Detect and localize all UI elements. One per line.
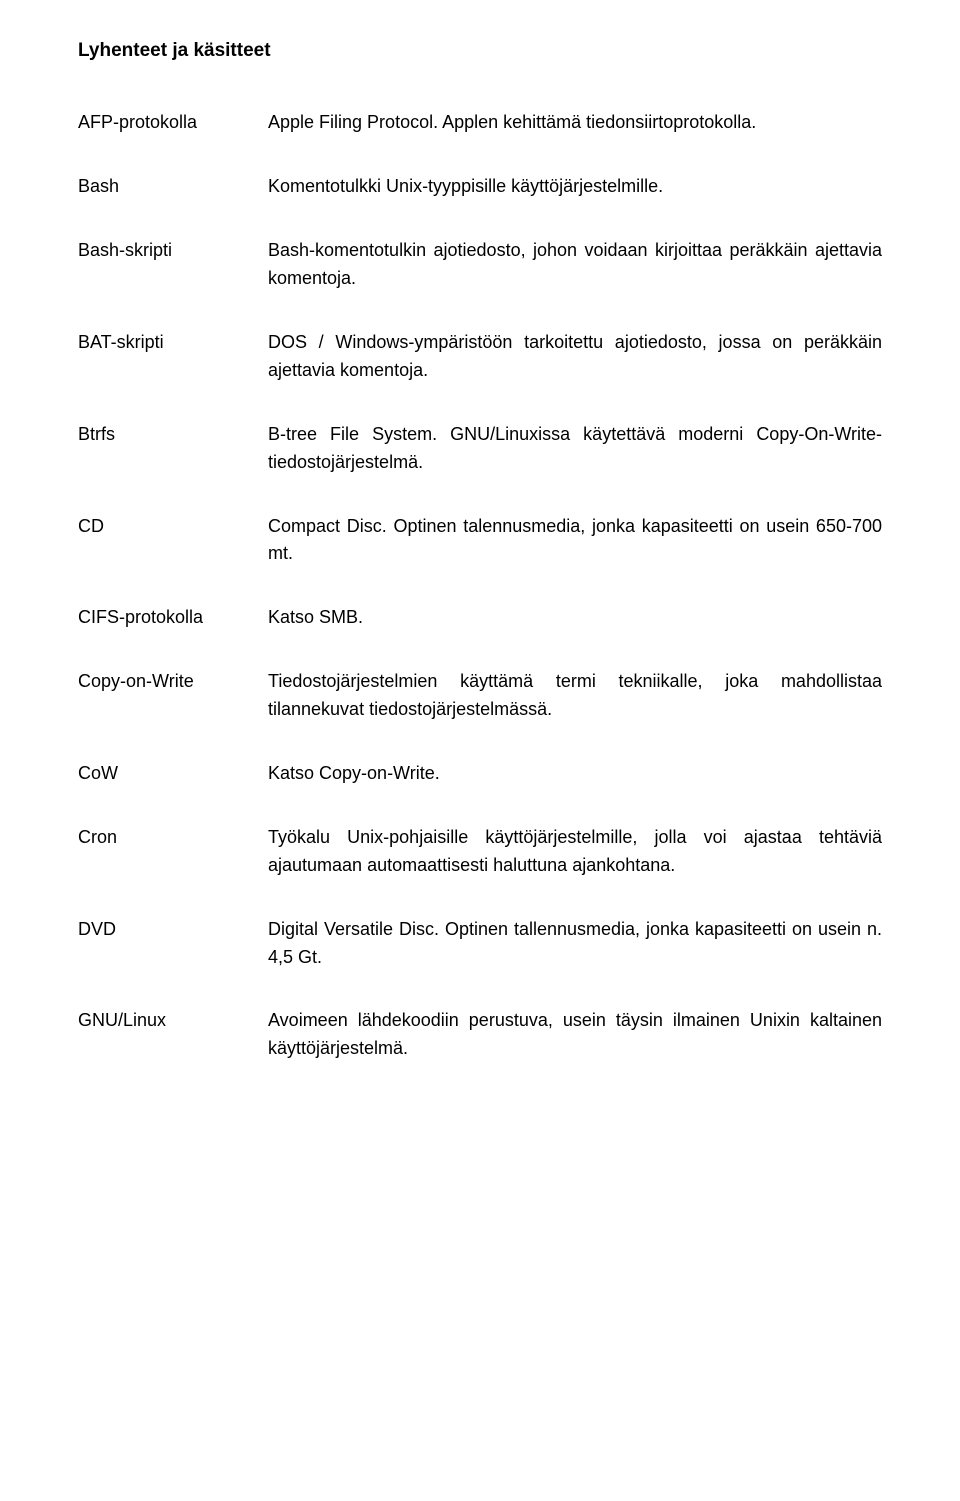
page-title: Lyhenteet ja käsitteet bbox=[78, 36, 882, 65]
glossary-definition: DOS / Windows-ympäristöön tarkoitettu aj… bbox=[268, 329, 882, 385]
glossary-term: AFP-protokolla bbox=[78, 109, 258, 137]
glossary-definition: Tiedostojärjestelmien käyttämä termi tek… bbox=[268, 668, 882, 724]
glossary-entry: Copy-on-Write Tiedostojärjestelmien käytt… bbox=[78, 668, 882, 724]
glossary-entry: GNU/Linux Avoimeen lähdekoodiin perustuva… bbox=[78, 1007, 882, 1063]
glossary-term: GNU/Linux bbox=[78, 1007, 258, 1035]
glossary-term: CIFS-protokolla bbox=[78, 604, 258, 632]
glossary-term: CoW bbox=[78, 760, 258, 788]
glossary-definition: Bash-komentotulkin ajotiedosto, johon vo… bbox=[268, 237, 882, 293]
glossary-term: CD bbox=[78, 513, 258, 541]
glossary-entry: Bash Komentotulkki Unix-tyyppisille käytt… bbox=[78, 173, 882, 201]
glossary-definition: Komentotulkki Unix-tyyppisille käyttöjär… bbox=[268, 173, 882, 201]
glossary-definition: Digital Versatile Disc. Optinen tallennu… bbox=[268, 916, 882, 972]
glossary-entry: DVD Digital Versatile Disc. Optinen talle… bbox=[78, 916, 882, 972]
glossary-entry: CIFS-protokolla Katso SMB. bbox=[78, 604, 882, 632]
glossary-term: DVD bbox=[78, 916, 258, 944]
glossary-term: Bash-skripti bbox=[78, 237, 258, 265]
glossary-term: Copy-on-Write bbox=[78, 668, 258, 696]
glossary-entry: CoW Katso Copy-on-Write. bbox=[78, 760, 882, 788]
glossary-list: AFP-protokolla Apple Filing Protocol. App… bbox=[78, 109, 882, 1063]
glossary-entry: BAT-skripti DOS / Windows-ympäristöön tar… bbox=[78, 329, 882, 385]
glossary-definition: B-tree File System. GNU/Linuxissa käytet… bbox=[268, 421, 882, 477]
glossary-term: Btrfs bbox=[78, 421, 258, 449]
glossary-definition: Apple Filing Protocol. Applen kehittämä … bbox=[268, 109, 882, 137]
glossary-definition: Avoimeen lähdekoodiin perustuva, usein t… bbox=[268, 1007, 882, 1063]
glossary-entry: AFP-protokolla Apple Filing Protocol. App… bbox=[78, 109, 882, 137]
glossary-definition: Katso Copy-on-Write. bbox=[268, 760, 882, 788]
glossary-entry: CD Compact Disc. Optinen talennusmedia, j… bbox=[78, 513, 882, 569]
glossary-entry: Cron Työkalu Unix-pohjaisille käyttöjärje… bbox=[78, 824, 882, 880]
glossary-term: Bash bbox=[78, 173, 258, 201]
glossary-definition: Katso SMB. bbox=[268, 604, 882, 632]
glossary-term: BAT-skripti bbox=[78, 329, 258, 357]
glossary-definition: Työkalu Unix-pohjaisille käyttöjärjestel… bbox=[268, 824, 882, 880]
glossary-term: Cron bbox=[78, 824, 258, 852]
glossary-definition: Compact Disc. Optinen talennusmedia, jon… bbox=[268, 513, 882, 569]
glossary-entry: Btrfs B-tree File System. GNU/Linuxissa k… bbox=[78, 421, 882, 477]
glossary-entry: Bash-skripti Bash-komentotulkin ajotiedos… bbox=[78, 237, 882, 293]
